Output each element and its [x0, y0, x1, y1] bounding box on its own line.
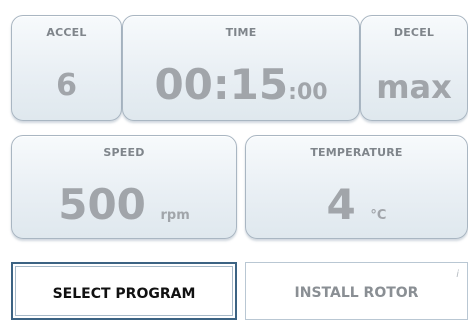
info-icon[interactable]: i — [456, 269, 459, 280]
speed-value-group: 500 rpm — [12, 180, 236, 229]
decel-label: DECEL — [393, 26, 435, 39]
speed-label: SPEED — [103, 146, 145, 159]
select-program-button[interactable]: SELECT PROGRAM — [11, 262, 237, 320]
time-hours-minutes: 00:15 — [154, 60, 289, 109]
time-label: TIME — [225, 26, 257, 39]
decel-value: max — [376, 68, 452, 106]
install-rotor-label: INSTALL ROTOR — [294, 285, 419, 301]
install-rotor-button[interactable]: INSTALL ROTOR i — [245, 262, 468, 320]
speed-tile[interactable]: SPEED 500 rpm — [11, 135, 237, 239]
time-tile[interactable]: TIME 00:15:00 — [122, 15, 360, 121]
speed-unit: rpm — [160, 208, 190, 223]
decel-tile[interactable]: DECEL max — [360, 15, 468, 121]
time-value: 00:15:00 — [123, 60, 359, 109]
temperature-value-group: 4 °C — [246, 180, 467, 229]
time-seconds: :00 — [288, 80, 328, 105]
temperature-value: 4 — [326, 180, 356, 229]
accel-value: 6 — [56, 68, 77, 103]
temperature-unit: °C — [370, 208, 387, 223]
accel-label: ACCEL — [46, 26, 87, 39]
temperature-tile[interactable]: TEMPERATURE 4 °C — [245, 135, 468, 239]
temperature-label: TEMPERATURE — [310, 146, 403, 159]
speed-value: 500 — [58, 180, 146, 229]
accel-tile[interactable]: ACCEL 6 — [11, 15, 122, 121]
